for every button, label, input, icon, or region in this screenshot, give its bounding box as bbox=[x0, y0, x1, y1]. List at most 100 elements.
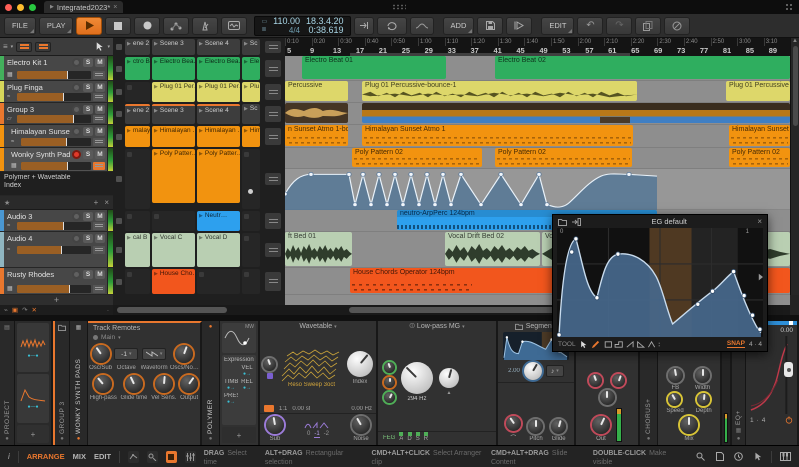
view-edit-button[interactable]: EDIT bbox=[94, 452, 111, 461]
arranger-row-automation[interactable] bbox=[285, 169, 790, 210]
empty-clip-slot[interactable] bbox=[242, 149, 260, 209]
solo-button[interactable]: S bbox=[83, 126, 93, 136]
view-mix-button[interactable]: MIX bbox=[73, 452, 86, 461]
arranger-clip[interactable]: Percussive bbox=[285, 81, 348, 101]
loop-button[interactable] bbox=[376, 16, 407, 35]
crossfade-icon[interactable]: ↷ bbox=[22, 306, 27, 314]
solo-button[interactable]: S bbox=[83, 82, 93, 92]
preset-folder-icon[interactable] bbox=[558, 218, 567, 226]
track-row-rusty-rhodes[interactable]: Rusty Rhodes S M ▦ bbox=[0, 268, 113, 295]
empty-clip-slot[interactable] bbox=[125, 82, 150, 102]
arranger-clip[interactable]: Plug 01 Percussive bbox=[726, 81, 790, 101]
track-stop-checkbox[interactable] bbox=[113, 125, 124, 148]
browser-item-envelope[interactable]: ●—● bbox=[17, 374, 49, 423]
empty-clip-slot[interactable] bbox=[125, 269, 150, 294]
clip-stop-button[interactable] bbox=[261, 232, 285, 268]
volume-fader[interactable] bbox=[21, 137, 91, 146]
empty-clip-slot[interactable] bbox=[197, 269, 240, 294]
filter-drive-knob[interactable] bbox=[384, 361, 395, 373]
clip-stop-button[interactable] bbox=[261, 268, 285, 295]
remote-octave[interactable]: -1Octave bbox=[114, 345, 139, 371]
track-name[interactable]: Wonky Synth Pads bbox=[11, 150, 70, 159]
volume-fader[interactable] bbox=[17, 70, 91, 79]
feg-attack-knob[interactable]: A bbox=[399, 434, 403, 442]
eq-fader-handle[interactable] bbox=[784, 362, 793, 377]
volume-fader[interactable] bbox=[17, 92, 91, 101]
close-tab-icon[interactable]: × bbox=[113, 4, 117, 11]
chorus-width-knob[interactable]: Width bbox=[695, 368, 710, 391]
record-button[interactable] bbox=[134, 16, 161, 35]
filter-env-knob[interactable] bbox=[384, 391, 395, 403]
arranger-row-group[interactable] bbox=[285, 103, 790, 125]
automation-view-icon[interactable] bbox=[127, 450, 139, 463]
arm-button[interactable] bbox=[72, 269, 81, 279]
maximize-window-button[interactable] bbox=[29, 3, 36, 11]
remotes-page-selector[interactable]: Main ▾ bbox=[88, 334, 200, 341]
folder-icon[interactable]: ▱ bbox=[7, 115, 15, 122]
arm-button[interactable] bbox=[72, 211, 81, 221]
chorus-mix-knob[interactable]: Mix bbox=[680, 416, 698, 442]
browser-item-wavetable[interactable]: ●—● bbox=[17, 323, 49, 372]
add-track-row-button[interactable]: + bbox=[0, 295, 113, 305]
tempo-display[interactable]: 110.00 bbox=[273, 16, 300, 26]
arm-button[interactable] bbox=[72, 126, 81, 136]
device-enable-icon[interactable]: ● bbox=[647, 436, 651, 442]
device-enable-icon[interactable]: ● bbox=[209, 436, 213, 442]
routing-view-icon[interactable]: ⌁ bbox=[4, 306, 8, 314]
clip-slot[interactable]: ctro Bea… bbox=[125, 57, 150, 80]
feg-decay-knob[interactable]: D bbox=[407, 434, 411, 442]
scrollbar-handle[interactable] bbox=[792, 46, 798, 126]
volume-fader[interactable] bbox=[17, 221, 91, 230]
arranger-clip[interactable]: Vocal Drift Bed 02 bbox=[445, 232, 540, 266]
search-icon[interactable] bbox=[695, 451, 706, 463]
layout-toggle-2-icon[interactable] bbox=[35, 41, 52, 52]
sub-octave-selector[interactable]: 0 -1 -2 bbox=[304, 421, 332, 438]
arm-button[interactable] bbox=[72, 82, 81, 92]
track-name[interactable]: Audio 4 bbox=[7, 234, 70, 243]
wavetable-display[interactable]: Reso Sweep 3oct bbox=[279, 348, 344, 388]
clip-slot[interactable]: Vocal C bbox=[152, 233, 195, 267]
pin-icon[interactable]: ● bbox=[5, 436, 9, 442]
stop-all-checkbox[interactable] bbox=[113, 38, 124, 56]
mute-button[interactable]: M bbox=[95, 104, 105, 114]
group-scene-button[interactable]: Scene 4 bbox=[197, 104, 240, 124]
automation-write-icon[interactable] bbox=[163, 16, 190, 35]
arranger-row-plug[interactable]: Percussive Plug 01 Percussive-bounce-1 P… bbox=[285, 81, 790, 103]
add-expression-button[interactable]: + bbox=[222, 427, 256, 443]
feg-release-knob[interactable]: R bbox=[424, 434, 428, 442]
track-menu-caret-icon[interactable]: ▾ bbox=[11, 44, 14, 50]
arranger-clip[interactable]: Poly Pattern 02 bbox=[495, 148, 632, 167]
power-icon[interactable]: ⏼ bbox=[409, 323, 415, 330]
delete-button[interactable] bbox=[664, 16, 691, 35]
arranger-clip[interactable]: ft Bed 01 bbox=[285, 232, 352, 266]
pitch-knob[interactable]: Pitch bbox=[528, 419, 544, 442]
browser-icon[interactable]: ▤ bbox=[4, 324, 10, 331]
mute-button[interactable]: M bbox=[95, 149, 105, 159]
file-menu-button[interactable]: FILE bbox=[4, 16, 36, 35]
add-modulator-button[interactable]: + bbox=[17, 425, 49, 443]
remote-glide-time[interactable]: Glide time bbox=[120, 375, 147, 401]
group-stop-checkbox[interactable] bbox=[113, 103, 124, 125]
hz-value[interactable]: 0.00 Hz bbox=[351, 406, 372, 412]
view-arrange-button[interactable]: ARRANGE bbox=[27, 452, 65, 461]
track-row-himalayan-sunset[interactable]: Himalayan Sunset S M ≈ bbox=[0, 125, 113, 148]
clip-stop-button[interactable] bbox=[261, 56, 285, 81]
track-row-plug-finga[interactable]: Plug Finga S M ≈ bbox=[0, 81, 113, 103]
time-signature-display[interactable]: 4/4 bbox=[289, 26, 300, 35]
arm-button[interactable] bbox=[72, 57, 81, 67]
track-stop-checkbox[interactable] bbox=[113, 232, 124, 268]
monitor-button-active[interactable] bbox=[93, 161, 105, 170]
routing-button[interactable] bbox=[93, 70, 105, 79]
clip-slot[interactable]: House Cho… bbox=[152, 269, 195, 294]
arranger-row-electro[interactable]: Electro Beat 01 Electro Beat 02 bbox=[285, 56, 790, 81]
arranger-clip[interactable]: n Sunset Atmo 1-bounce- bbox=[285, 125, 348, 146]
filter-cutoff-knob[interactable]: 294 Hz bbox=[401, 362, 433, 402]
mute-button[interactable]: M bbox=[95, 269, 105, 279]
wavetable-preset-name[interactable]: Reso Sweep 3oct bbox=[288, 382, 335, 388]
group-scene-button[interactable]: Scene 3 bbox=[152, 104, 195, 124]
out-knob[interactable]: Out bbox=[592, 416, 610, 442]
chorus-depth-knob[interactable]: Depth bbox=[696, 393, 712, 414]
edit-menu-button[interactable]: EDIT bbox=[541, 16, 575, 35]
save-preset-icon[interactable] bbox=[571, 217, 581, 226]
undo-button[interactable]: ↶ bbox=[577, 16, 604, 35]
